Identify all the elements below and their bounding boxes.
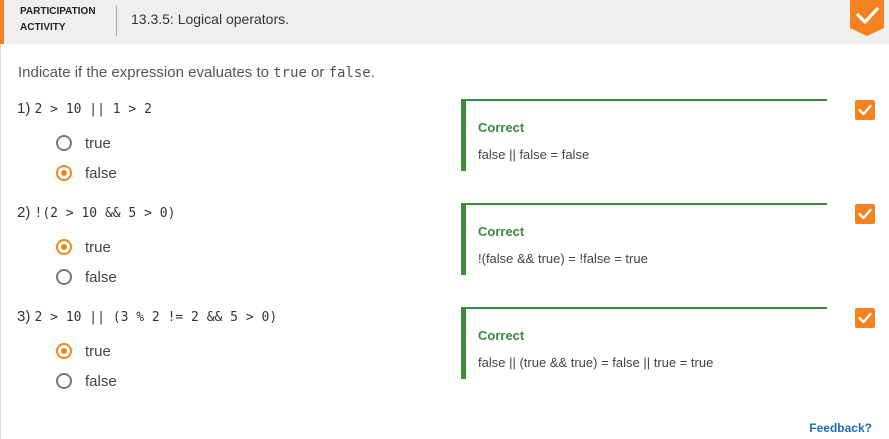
- question-2-check-icon: [855, 204, 875, 224]
- instruction-text: Indicate if the expression evaluates to …: [18, 64, 375, 81]
- participation-activity-label: PARTICIPATION ACTIVITY: [20, 4, 110, 36]
- instruction-false-word: false: [328, 65, 371, 81]
- question-2-choice-true[interactable]: true: [56, 236, 111, 258]
- choice-label: false: [85, 268, 117, 286]
- radio-button[interactable]: [56, 135, 72, 151]
- participation-label-line1: PARTICIPATION: [20, 6, 96, 17]
- radio-button-selected[interactable]: [56, 239, 72, 255]
- question-3-feedback: Correct false || (true && true) = false …: [461, 307, 827, 379]
- feedback-title: Correct: [478, 120, 525, 135]
- feedback-explanation: !(false && true) = !false = true: [478, 251, 648, 266]
- question-number: 3): [17, 308, 31, 325]
- question-3-choice-true[interactable]: true: [56, 340, 111, 362]
- question-1-label: 1) 2 > 10 || 1 > 2: [17, 100, 152, 117]
- question-3-label: 3) 2 > 10 || (3 % 2 != 2 && 5 > 0): [17, 308, 277, 325]
- question-expression: 2 > 10 || (3 % 2 != 2 && 5 > 0): [34, 310, 278, 325]
- instruction-suffix: .: [370, 64, 375, 81]
- instruction-prefix: Indicate if the expression evaluates to: [18, 64, 274, 81]
- question-1-feedback: Correct false || false = false: [461, 99, 827, 171]
- question-number: 1): [17, 100, 31, 117]
- radio-button-selected[interactable]: [56, 343, 72, 359]
- question-number: 2): [17, 204, 31, 221]
- choice-label: true: [85, 134, 111, 152]
- instruction-middle: or: [306, 64, 329, 81]
- question-3-check-icon: [855, 308, 875, 328]
- radio-button[interactable]: [56, 269, 72, 285]
- question-2-choice-false[interactable]: false: [56, 266, 117, 288]
- completion-checkmark-icon: [850, 0, 884, 36]
- question-2-feedback: Correct !(false && true) = !false = true: [461, 203, 827, 275]
- feedback-title: Correct: [478, 328, 525, 343]
- question-1-check-icon: [855, 100, 875, 120]
- feedback-link[interactable]: Feedback?: [809, 421, 872, 435]
- feedback-title: Correct: [478, 224, 525, 239]
- question-expression: !(2 > 10 && 5 > 0): [34, 206, 176, 221]
- activity-header: PARTICIPATION ACTIVITY 13.3.5: Logical o…: [0, 0, 889, 44]
- choice-label: true: [85, 342, 111, 360]
- feedback-explanation: false || false = false: [478, 147, 590, 162]
- radio-button-selected[interactable]: [56, 165, 72, 181]
- participation-label-line2: ACTIVITY: [20, 22, 66, 33]
- radio-button[interactable]: [56, 373, 72, 389]
- activity-title: 13.3.5: Logical operators.: [131, 11, 289, 27]
- feedback-explanation: false || (true && true) = false || true …: [478, 355, 714, 370]
- header-divider: [116, 6, 117, 36]
- choice-label: false: [85, 372, 117, 390]
- question-1-choice-true[interactable]: true: [56, 132, 111, 154]
- instruction-true-word: true: [273, 65, 307, 81]
- question-3-choice-false[interactable]: false: [56, 370, 117, 392]
- choice-label: false: [85, 164, 117, 182]
- choice-label: true: [85, 238, 111, 256]
- question-2-label: 2) !(2 > 10 && 5 > 0): [17, 204, 175, 221]
- question-expression: 2 > 10 || 1 > 2: [34, 102, 152, 117]
- question-1-choice-false[interactable]: false: [56, 162, 117, 184]
